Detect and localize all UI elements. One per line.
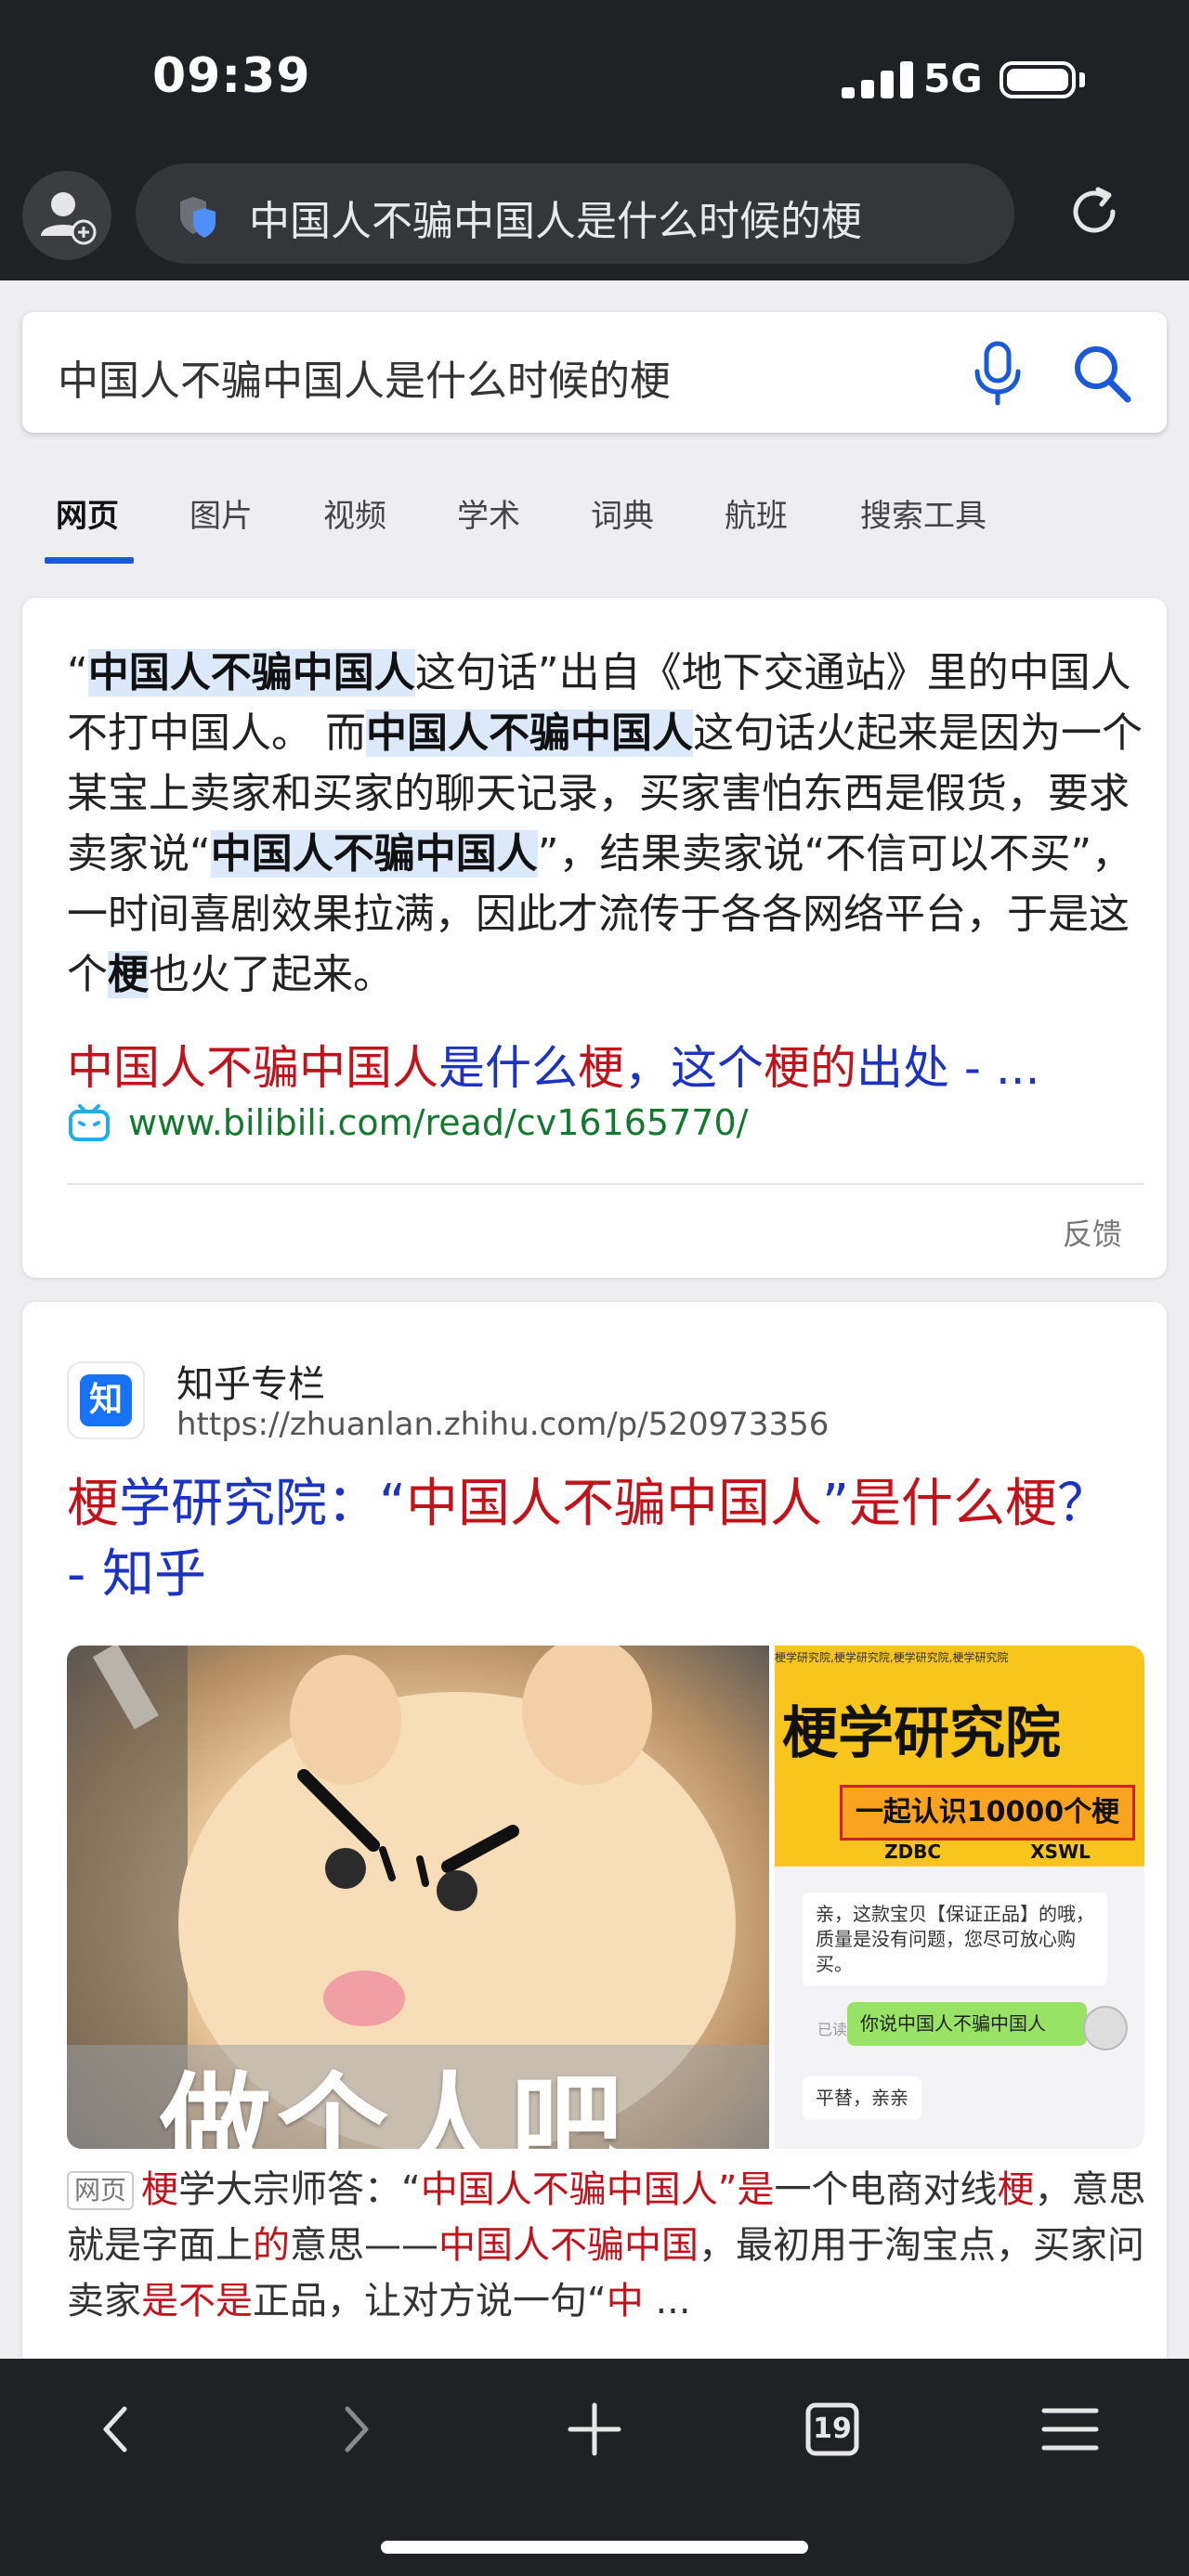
signal-icon [842, 61, 916, 98]
person-add-icon [41, 192, 97, 245]
chat-bubble-seller: 亲，这款宝贝【保证正品】的哦，质量是没有问题，您尽可放心购买。 [803, 1893, 1107, 1986]
tabs-count: 19 [813, 2413, 852, 2445]
status-time: 09:39 [152, 48, 311, 104]
back-icon[interactable] [84, 2396, 150, 2463]
tab-videos[interactable]: 视频 [323, 490, 386, 536]
answer-snippet: “中国人不骗中国人这句话”出自《地下交通站》里的中国人不打中国人。 而中国人不骗… [67, 649, 1143, 998]
refresh-icon[interactable] [1065, 182, 1124, 241]
chat-bubble-reply: 平替，亲亲 [803, 2076, 921, 2120]
web-tag: 网页 [67, 2171, 135, 2210]
network-type: 5G [923, 56, 983, 101]
read-tag: 已读 [817, 2021, 848, 2038]
image-caption: 做个人吧 [160, 2062, 628, 2149]
tab-dictionary[interactable]: 词典 [591, 490, 654, 536]
zhihu-logo-icon: 知 [67, 1361, 145, 1439]
result-site-name: 知乎专栏 [176, 1363, 325, 1406]
active-tab-indicator [45, 557, 134, 564]
bilibili-icon [69, 1104, 110, 1141]
image2-strip: 一起认识10000个梗 [840, 1785, 1135, 1841]
tab-flights[interactable]: 航班 [725, 490, 788, 536]
menu-icon[interactable] [1037, 2396, 1104, 2463]
hamster-meme-image[interactable]: 做个人吧 [67, 1646, 769, 2149]
result-tabs: 网页 图片 视频 学术 词典 航班 搜索工具 [0, 464, 1189, 566]
image2-title: 梗学研究院 [782, 1701, 1061, 1766]
address-bar[interactable]: 中国人不骗中国人是什么时候的梗 [136, 163, 1014, 264]
chat-avatar [1083, 2006, 1128, 2050]
result-site-url: https://zhuanlan.zhihu.com/p/520973356 [176, 1406, 830, 1443]
answer-card: “中国人不骗中国人这句话”出自《地下交通站》里的中国人不打中国人。 而中国人不骗… [22, 598, 1167, 1278]
battery-cap [1079, 72, 1085, 87]
result-description: 网页 梗学大宗师答：“中国人不骗中国人”是一个电商对线梗，意思就是字面上的意思——… [67, 2168, 1146, 2322]
search-input[interactable]: 中国人不骗中国人是什么时候的梗 [58, 347, 671, 407]
shield-icon [180, 197, 216, 238]
search-icon[interactable] [1068, 340, 1135, 407]
image2-header: 梗学研究院,梗学研究院,梗学研究院,梗学研究院 [775, 1651, 1009, 1664]
add-profile-button[interactable] [22, 171, 111, 260]
answer-source-url: www.bilibili.com/read/cv16165770/ [128, 1102, 749, 1143]
image2-tags: ZDBC XSWL [884, 1841, 1091, 1863]
new-tab-icon[interactable] [561, 2396, 628, 2463]
browser-top-area: 09:39 5G 中国人不骗中国人是什么时候的梗 [0, 0, 1189, 280]
answer-source-link[interactable]: 中国人不骗中国人是什么梗，这个梗的出处 - ... [67, 1031, 1040, 1098]
tab-search-tools[interactable]: 搜索工具 [860, 490, 986, 536]
battery-icon [1000, 61, 1076, 98]
result-images[interactable]: 做个人吧 梗学研究院,梗学研究院,梗学研究院,梗学研究院 梗学研究院 一起认识1… [67, 1646, 1144, 2149]
result-title-link[interactable]: 梗学研究院：“中国人不骗中国人”是什么梗？ - 知乎 [67, 1469, 1144, 1610]
tabs-button[interactable]: 19 [799, 2396, 866, 2463]
tab-web[interactable]: 网页 [56, 490, 119, 536]
result-card: 知 知乎专栏 https://zhuanlan.zhihu.com/p/5209… [22, 1302, 1167, 2370]
feedback-link[interactable]: 反馈 [1063, 1211, 1122, 1254]
chat-bubble-buyer: 你说中国人不骗中国人 [847, 2002, 1087, 2046]
forward-icon[interactable] [321, 2396, 388, 2463]
address-text: 中国人不骗中国人是什么时候的梗 [249, 198, 862, 245]
answer-source-url-row[interactable]: www.bilibili.com/read/cv16165770/ [67, 1099, 748, 1146]
image2-banner: 梗学研究院,梗学研究院,梗学研究院,梗学研究院 梗学研究院 一起认识10000个… [775, 1646, 1144, 1867]
tab-academic[interactable]: 学术 [457, 490, 520, 536]
card-divider [67, 1183, 1144, 1185]
geng-institute-image[interactable]: 梗学研究院,梗学研究院,梗学研究院,梗学研究院 梗学研究院 一起认识10000个… [775, 1646, 1144, 2149]
tab-images[interactable]: 图片 [189, 490, 253, 536]
home-indicator[interactable] [381, 2541, 808, 2554]
microphone-icon[interactable] [964, 338, 1031, 409]
search-box[interactable]: 中国人不骗中国人是什么时候的梗 [22, 312, 1167, 433]
